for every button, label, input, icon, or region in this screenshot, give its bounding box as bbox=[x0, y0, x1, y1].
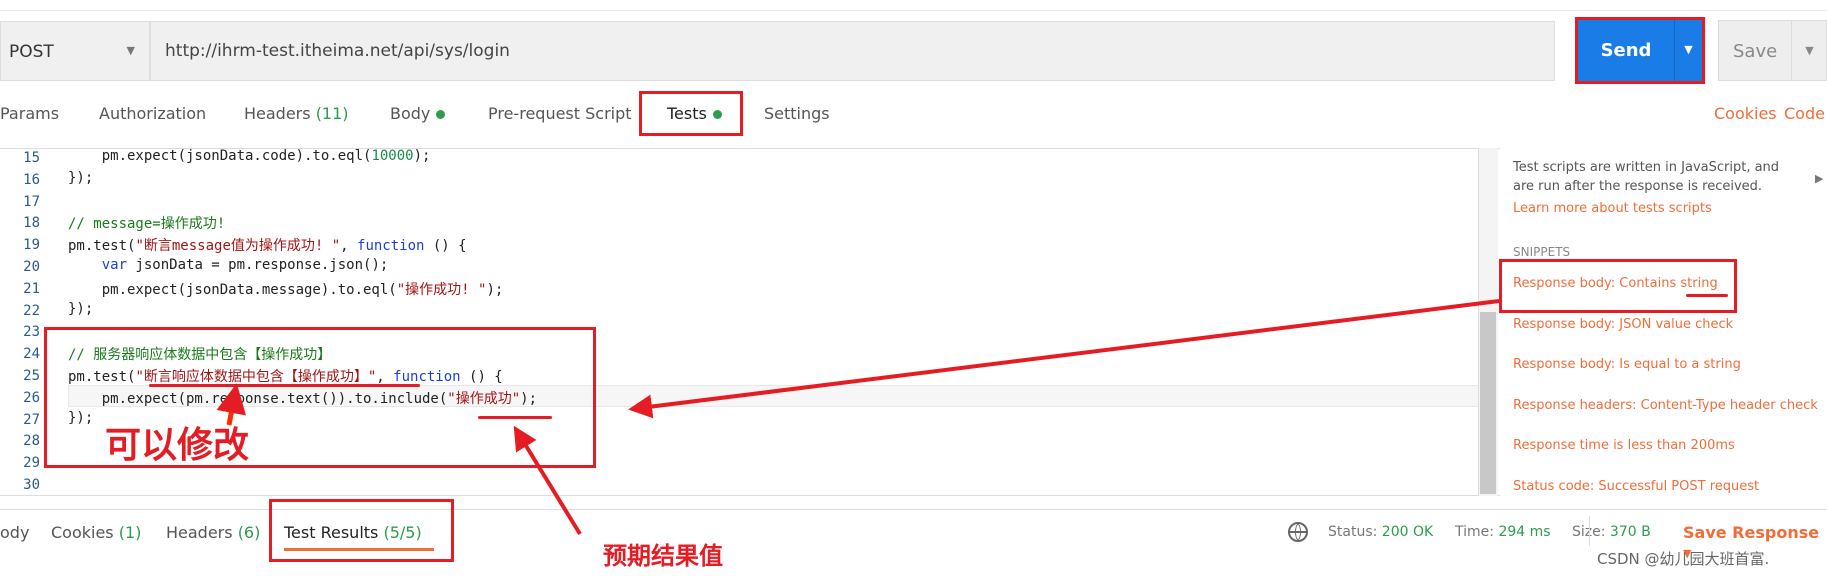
scrollbar-thumb[interactable] bbox=[1480, 312, 1496, 494]
tab-label: Headers bbox=[166, 523, 233, 542]
line-number: 22 bbox=[23, 302, 40, 319]
line-number: 20 bbox=[23, 259, 40, 275]
snippet-link[interactable]: Response body: JSON value check bbox=[1513, 317, 1733, 332]
tab-pre-request-script[interactable]: Pre-request Script bbox=[488, 104, 632, 123]
line-number: 27 bbox=[23, 411, 40, 428]
code-link[interactable]: Code bbox=[1784, 104, 1825, 123]
time-readout: Time: 294 ms bbox=[1455, 524, 1551, 540]
divider bbox=[1589, 516, 1590, 546]
snippet-link[interactable]: Status code: Successful POST request bbox=[1513, 479, 1759, 494]
annotation-underline bbox=[1686, 294, 1728, 297]
tests-description: Test scripts are written in JavaScript, … bbox=[1513, 160, 1780, 194]
chevron-down-icon: ▼ bbox=[126, 44, 135, 57]
save-label: Save bbox=[1733, 41, 1778, 62]
line-number: 28 bbox=[23, 433, 40, 450]
annotation-expected-value: 预期结果值 bbox=[603, 542, 723, 570]
top-divider bbox=[0, 10, 1827, 11]
tab-body[interactable]: Body bbox=[390, 104, 446, 123]
chevron-down-icon[interactable]: ▼ bbox=[1791, 21, 1827, 80]
tab-authorization[interactable]: Authorization bbox=[99, 104, 206, 123]
code-line: pm.expect(jsonData.code).to.eql(10000); bbox=[68, 148, 431, 164]
snippet-link[interactable]: Response body: Is equal to a string bbox=[1513, 357, 1741, 372]
annotation-box-test-results bbox=[269, 499, 454, 562]
response-tab-cookies[interactable]: Cookies (1) bbox=[51, 523, 141, 542]
tab-headers[interactable]: Headers (11) bbox=[244, 104, 349, 123]
snippets-heading: SNIPPETS bbox=[1513, 245, 1571, 259]
expand-arrow-icon[interactable]: ▶ bbox=[1815, 172, 1823, 185]
method-value: POST bbox=[9, 42, 54, 62]
tab-settings[interactable]: Settings bbox=[764, 104, 830, 123]
tab-label: Headers bbox=[244, 104, 311, 123]
code-line: pm.test("断言message值为操作成功! ", function ()… bbox=[68, 238, 467, 254]
line-number: 16 bbox=[23, 171, 40, 188]
line-number: 29 bbox=[23, 455, 40, 472]
dot-icon bbox=[436, 110, 446, 119]
tab-label: Body bbox=[390, 104, 431, 123]
code-line: }); bbox=[68, 170, 94, 186]
annotation-underline bbox=[149, 384, 420, 387]
line-number: 26 bbox=[23, 389, 40, 406]
line-number: 15 bbox=[23, 150, 40, 166]
tab-params[interactable]: Params bbox=[0, 104, 59, 123]
annotation-box-tests bbox=[639, 91, 743, 136]
snippet-link[interactable]: Response headers: Content-Type header ch… bbox=[1513, 398, 1818, 413]
code-line: }); bbox=[68, 301, 94, 317]
method-select[interactable]: POST ▼ bbox=[0, 21, 150, 81]
tab-count: (1) bbox=[118, 523, 142, 542]
annotation-box-send bbox=[1575, 17, 1705, 84]
response-tab-body[interactable]: ody bbox=[0, 523, 29, 542]
size-readout: Size: 370 B bbox=[1572, 524, 1651, 540]
status-readout: Status: 200 OK bbox=[1328, 524, 1434, 540]
line-number: 30 bbox=[23, 477, 40, 493]
watermark: CSDN @幼儿园大班首富. bbox=[1597, 550, 1770, 568]
line-number: 19 bbox=[23, 237, 40, 254]
learn-more-link[interactable]: Learn more about tests scripts bbox=[1513, 201, 1712, 216]
cookies-link[interactable]: Cookies bbox=[1714, 104, 1777, 123]
annotation-can-modify: 可以修改 bbox=[105, 425, 250, 466]
snippet-link[interactable]: Response time is less than 200ms bbox=[1513, 438, 1735, 453]
tab-count: (6) bbox=[237, 523, 261, 542]
globe-icon[interactable] bbox=[1288, 522, 1308, 542]
line-number: 24 bbox=[23, 346, 40, 363]
line-number: 17 bbox=[23, 193, 40, 210]
line-number: 25 bbox=[23, 368, 40, 384]
url-input[interactable]: http://ihrm-test.itheima.net/api/sys/log… bbox=[150, 21, 1555, 81]
response-tab-headers[interactable]: Headers (6) bbox=[166, 523, 260, 542]
code-line: var jsonData = pm.response.json(); bbox=[101, 257, 389, 273]
code-line: pm.expect(jsonData.message).to.eql("操作成功… bbox=[68, 282, 504, 298]
line-number: 23 bbox=[23, 324, 40, 341]
code-line: // message=操作成功! bbox=[68, 216, 226, 232]
line-number: 18 bbox=[23, 215, 40, 232]
line-number: 21 bbox=[23, 280, 40, 297]
tab-label: Cookies bbox=[51, 523, 114, 542]
annotation-box-snippet bbox=[1499, 259, 1737, 313]
annotation-underline bbox=[478, 416, 552, 419]
tab-count: (11) bbox=[315, 104, 349, 123]
save-button[interactable]: Save ▼ bbox=[1718, 20, 1827, 81]
